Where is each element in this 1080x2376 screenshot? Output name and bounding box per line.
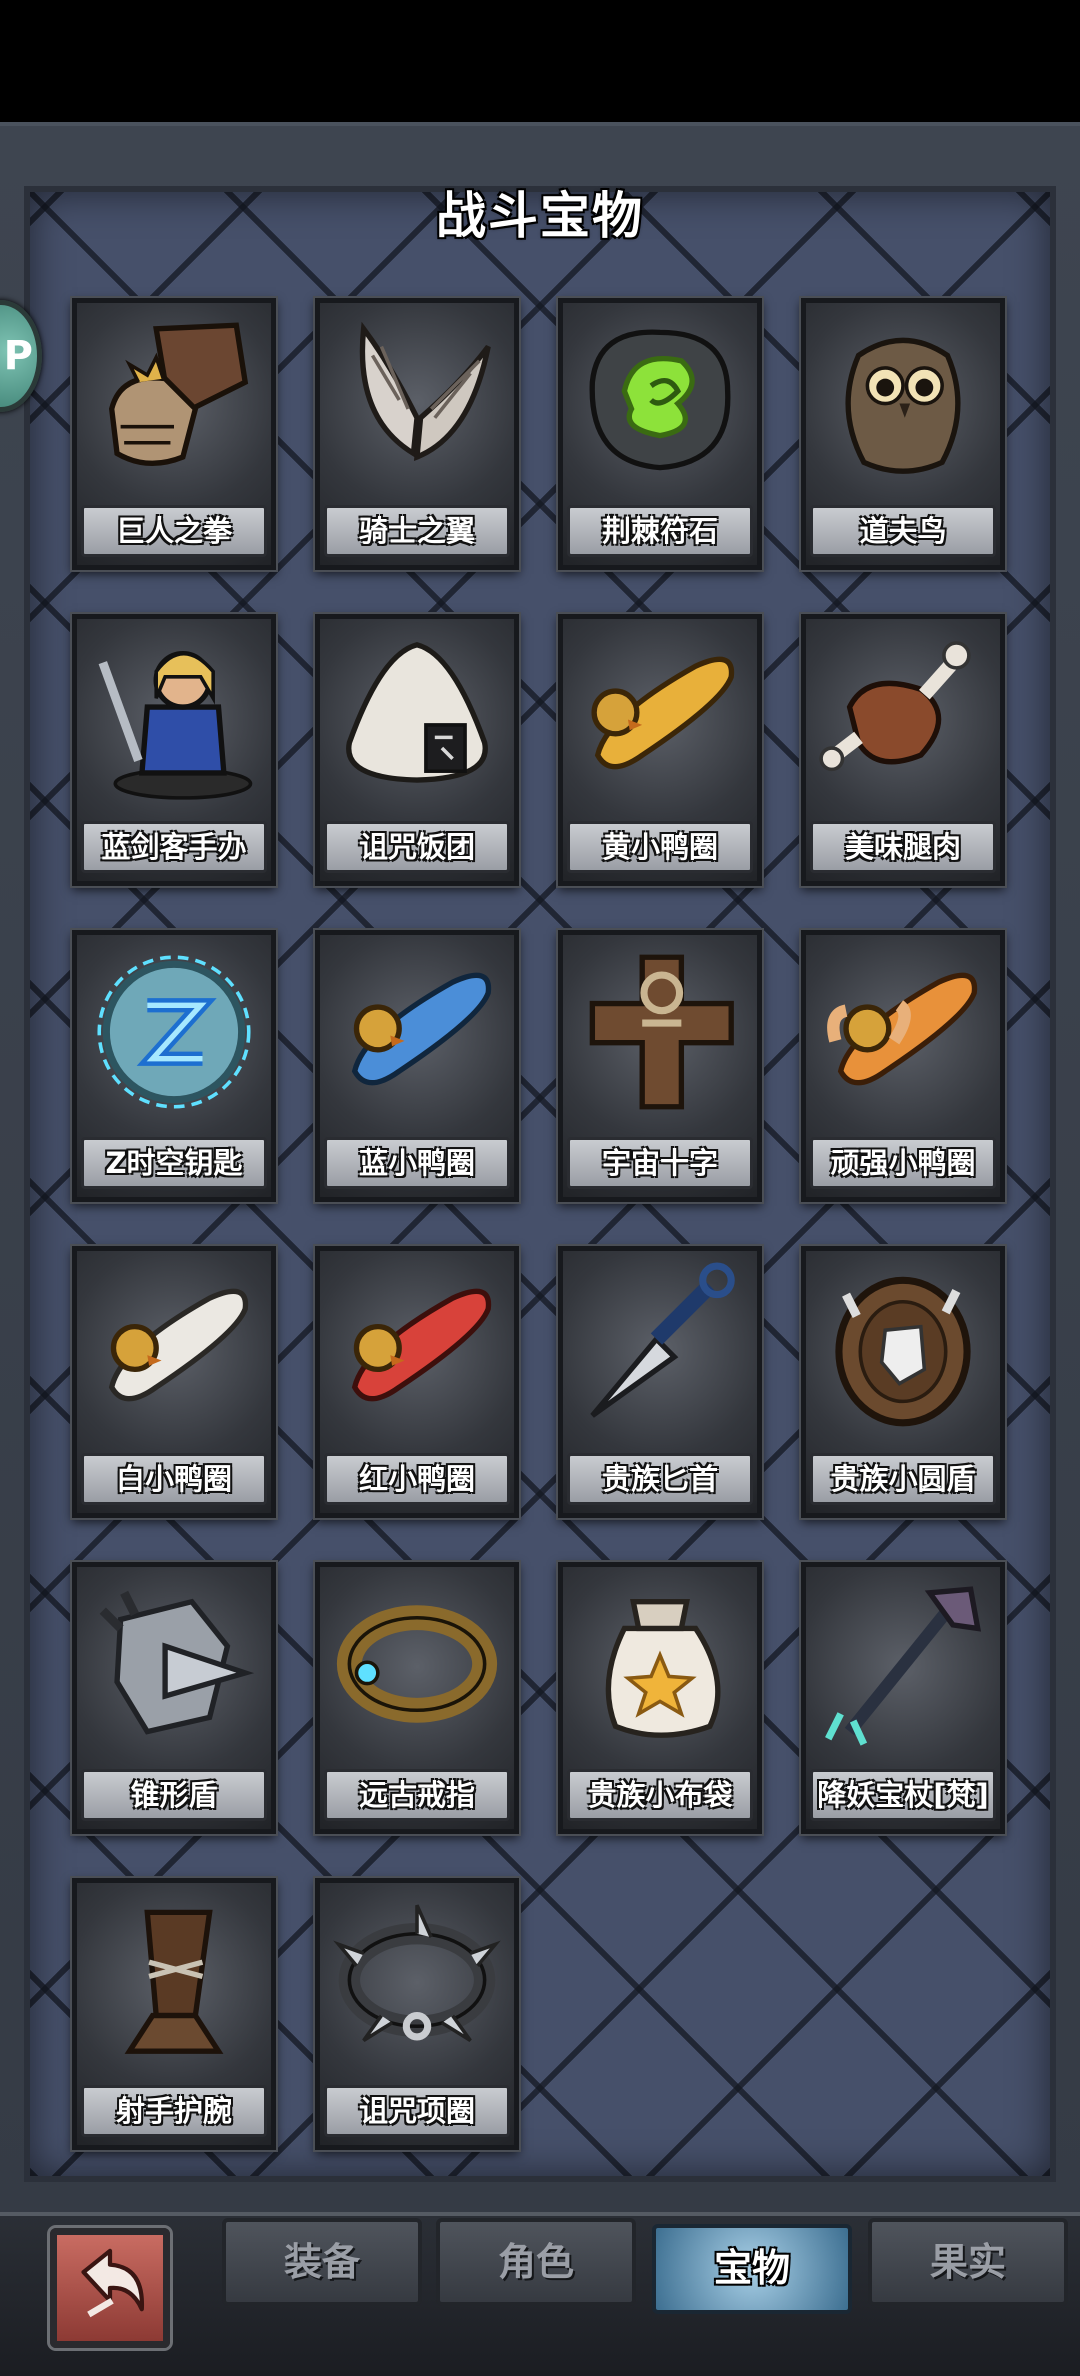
treasure-card[interactable]: 宇宙十字 xyxy=(556,928,764,1204)
treasure-name: 骑士之翼 xyxy=(324,505,510,557)
tab-equipment[interactable]: 装备 xyxy=(222,2218,422,2306)
treasure-name: 贵族小圆盾 xyxy=(810,1453,996,1505)
cosmic-cross-icon xyxy=(589,954,734,1110)
tab-fruit[interactable]: 果实 xyxy=(868,2218,1068,2306)
treasure-name: 诅咒项圈 xyxy=(324,2085,510,2137)
z-spacetime-key-icon xyxy=(97,955,251,1109)
treasure-card[interactable]: 射手护腕 xyxy=(70,1876,278,2152)
treasure-card[interactable]: 远古戒指 xyxy=(313,1560,521,1836)
treasure-name: 远古戒指 xyxy=(324,1769,510,1821)
red-duck-ring-icon xyxy=(351,1288,492,1402)
cone-shield-icon xyxy=(99,1590,255,1735)
treasure-card[interactable]: 道夫鸟 xyxy=(799,296,1007,572)
white-duck-ring-icon xyxy=(108,1288,249,1402)
tough-duck-ring-icon xyxy=(827,972,978,1086)
blue-swordsman-figure-icon xyxy=(98,651,253,800)
status-bar xyxy=(0,0,1080,122)
page-title: 战斗宝物 xyxy=(436,187,644,245)
treasure-card[interactable]: 贵族匕首 xyxy=(556,1244,764,1520)
side-bubble-label: P xyxy=(3,333,33,379)
treasure-card[interactable]: 诅咒饭团 xyxy=(313,612,521,888)
yellow-duck-ring-icon xyxy=(591,656,735,770)
treasure-card[interactable]: 骑士之翼 xyxy=(313,296,521,572)
treasure-card[interactable]: 荆棘符石 xyxy=(556,296,764,572)
ancient-ring-icon xyxy=(336,1605,498,1723)
noble-buckler-icon xyxy=(835,1276,971,1427)
treasure-name: 蓝小鸭圈 xyxy=(324,1137,510,1189)
treasure-name: 红小鸭圈 xyxy=(324,1453,510,1505)
treasure-card[interactable]: 锥形盾 xyxy=(70,1560,278,1836)
treasure-name: 蓝剑客手办 xyxy=(81,821,267,873)
thorn-rune-stone-icon xyxy=(589,329,731,471)
back-arrow-icon xyxy=(81,2248,144,2318)
treasure-card[interactable]: 红小鸭圈 xyxy=(313,1244,521,1520)
treasure-name: 道夫鸟 xyxy=(810,505,996,557)
cursed-collar-icon xyxy=(333,1904,501,2043)
treasure-name: 白小鸭圈 xyxy=(81,1453,267,1505)
treasure-name: 宇宙十字 xyxy=(567,1137,753,1189)
cursed-rice-ball-icon xyxy=(346,642,488,783)
knight-wings-icon xyxy=(359,321,491,462)
treasure-card[interactable]: 诅咒项圈 xyxy=(313,1876,521,2152)
back-button[interactable] xyxy=(50,2228,170,2348)
treasure-card[interactable]: 白小鸭圈 xyxy=(70,1244,278,1520)
treasure-name: 巨人之拳 xyxy=(81,505,267,557)
treasure-name: 黄小鸭圈 xyxy=(567,821,753,873)
treasure-name: 贵族小布袋 xyxy=(567,1769,753,1821)
noble-pouch-icon xyxy=(605,1599,721,1738)
treasure-name: Z时空钥匙 xyxy=(81,1137,267,1189)
treasure-card[interactable]: 黄小鸭圈 xyxy=(556,612,764,888)
treasure-name: 美味腿肉 xyxy=(810,821,996,873)
treasure-card[interactable]: 巨人之拳 xyxy=(70,296,278,572)
tasty-drumstick-icon xyxy=(819,641,971,772)
treasure-name: 射手护腕 xyxy=(81,2085,267,2137)
blue-duck-ring-icon xyxy=(351,972,492,1086)
tab-character[interactable]: 角色 xyxy=(436,2218,636,2306)
treasure-name: 荆棘符石 xyxy=(567,505,753,557)
treasure-card[interactable]: 顽强小鸭圈 xyxy=(799,928,1007,1204)
treasure-name: 诅咒饭团 xyxy=(324,821,510,873)
treasure-card[interactable]: Z时空钥匙 xyxy=(70,928,278,1204)
treasure-card[interactable]: 美味腿肉 xyxy=(799,612,1007,888)
treasure-card[interactable]: 蓝剑客手办 xyxy=(70,612,278,888)
treasure-name: 降妖宝杖[梵] xyxy=(810,1769,996,1821)
giant-fist-icon xyxy=(108,322,249,466)
demon-staff-icon xyxy=(825,1586,982,1746)
tab-treasure[interactable]: 宝物 xyxy=(652,2224,852,2314)
treasure-name: 贵族匕首 xyxy=(567,1453,753,1505)
noble-dagger-icon xyxy=(590,1262,735,1418)
treasure-name: 顽强小鸭圈 xyxy=(810,1137,996,1189)
treasure-name: 锥形盾 xyxy=(81,1769,267,1821)
treasure-card[interactable]: 降妖宝杖[梵] xyxy=(799,1560,1007,1836)
treasure-card[interactable]: 蓝小鸭圈 xyxy=(313,928,521,1204)
treasure-grid: 巨人之拳 骑士之翼 荆棘符石 道夫鸟 蓝剑客手办 诅咒饭团 黄小鸭圈 美味腿肉 … xyxy=(70,296,1007,2152)
archer-bracer-icon xyxy=(124,1909,224,2054)
treasure-card[interactable]: 贵族小布袋 xyxy=(556,1560,764,1836)
treasure-card[interactable]: 贵族小圆盾 xyxy=(799,1244,1007,1520)
dodo-bird-icon xyxy=(845,337,961,474)
